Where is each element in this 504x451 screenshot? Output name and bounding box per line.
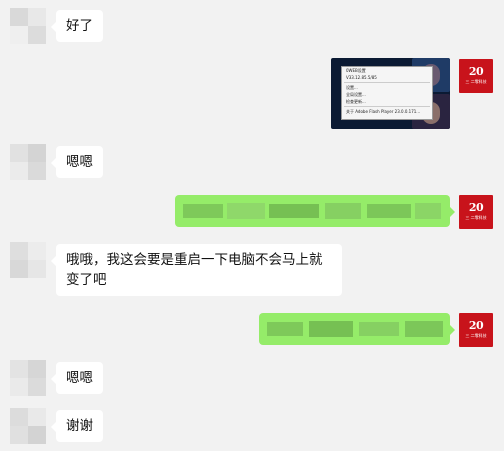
message-bubble-outgoing-blurred[interactable]: [259, 313, 455, 345]
context-menu-item: 检查更新...: [346, 99, 366, 104]
message-image[interactable]: 0WEB设置 V33.12.85.5/85 设置... 全局设置... 检查更新…: [331, 58, 450, 129]
blurred-text: [405, 321, 443, 337]
contact-avatar[interactable]: [10, 8, 46, 44]
context-menu-item: 0WEB设置: [346, 68, 366, 73]
self-avatar-caption: 三 二零科技: [465, 333, 487, 338]
context-menu: 0WEB设置 V33.12.85.5/85 设置... 全局设置... 检查更新…: [341, 66, 433, 120]
menu-divider: [344, 106, 430, 107]
self-avatar[interactable]: 20 三 二零科技: [459, 313, 493, 347]
message-bubble-outgoing-blurred[interactable]: [175, 195, 455, 227]
blurred-text: [415, 203, 441, 219]
self-avatar-number: 20: [468, 319, 484, 332]
blurred-text: [325, 203, 361, 219]
message-bubble-incoming[interactable]: 谢谢: [51, 410, 103, 442]
message-text: 嗯嗯: [66, 370, 93, 386]
context-menu-item: 关于 Adobe Flash Player 23.0.0.171...: [346, 109, 421, 114]
message-bubble-incoming[interactable]: 嗯嗯: [51, 362, 103, 394]
blurred-text: [227, 203, 265, 219]
message-bubble-incoming[interactable]: 嗯嗯: [51, 146, 103, 178]
context-menu-item: V33.12.85.5/85: [346, 75, 377, 80]
blurred-text: [269, 204, 319, 218]
self-avatar-caption: 三 二零科技: [465, 215, 487, 220]
blurred-text: [367, 204, 411, 218]
contact-avatar[interactable]: [10, 242, 46, 278]
menu-divider: [344, 82, 430, 83]
message-bubble-incoming[interactable]: 哦哦，我这会要是重启一下电脑不会马上就变了吧: [51, 244, 342, 296]
self-avatar[interactable]: 20 三 二零科技: [459, 195, 493, 229]
message-text: 哦哦，我这会要是重启一下电脑不会马上就变了吧: [66, 252, 323, 288]
contact-avatar[interactable]: [10, 360, 46, 396]
self-avatar-number: 20: [468, 201, 484, 214]
self-avatar-number: 20: [468, 65, 484, 78]
context-menu-item: 全局设置...: [346, 92, 366, 97]
context-menu-item: 设置...: [346, 85, 358, 90]
blurred-text: [183, 204, 223, 218]
blurred-text: [359, 322, 399, 336]
message-text: 谢谢: [66, 418, 93, 434]
blurred-text: [267, 322, 303, 336]
self-avatar[interactable]: 20 三 二零科技: [459, 59, 493, 93]
message-text: 好了: [66, 18, 93, 34]
contact-avatar[interactable]: [10, 144, 46, 180]
message-text: 嗯嗯: [66, 154, 93, 170]
blurred-text: [309, 321, 353, 337]
self-avatar-caption: 三 二零科技: [465, 79, 487, 84]
message-bubble-incoming[interactable]: 好了: [51, 10, 103, 42]
contact-avatar[interactable]: [10, 408, 46, 444]
